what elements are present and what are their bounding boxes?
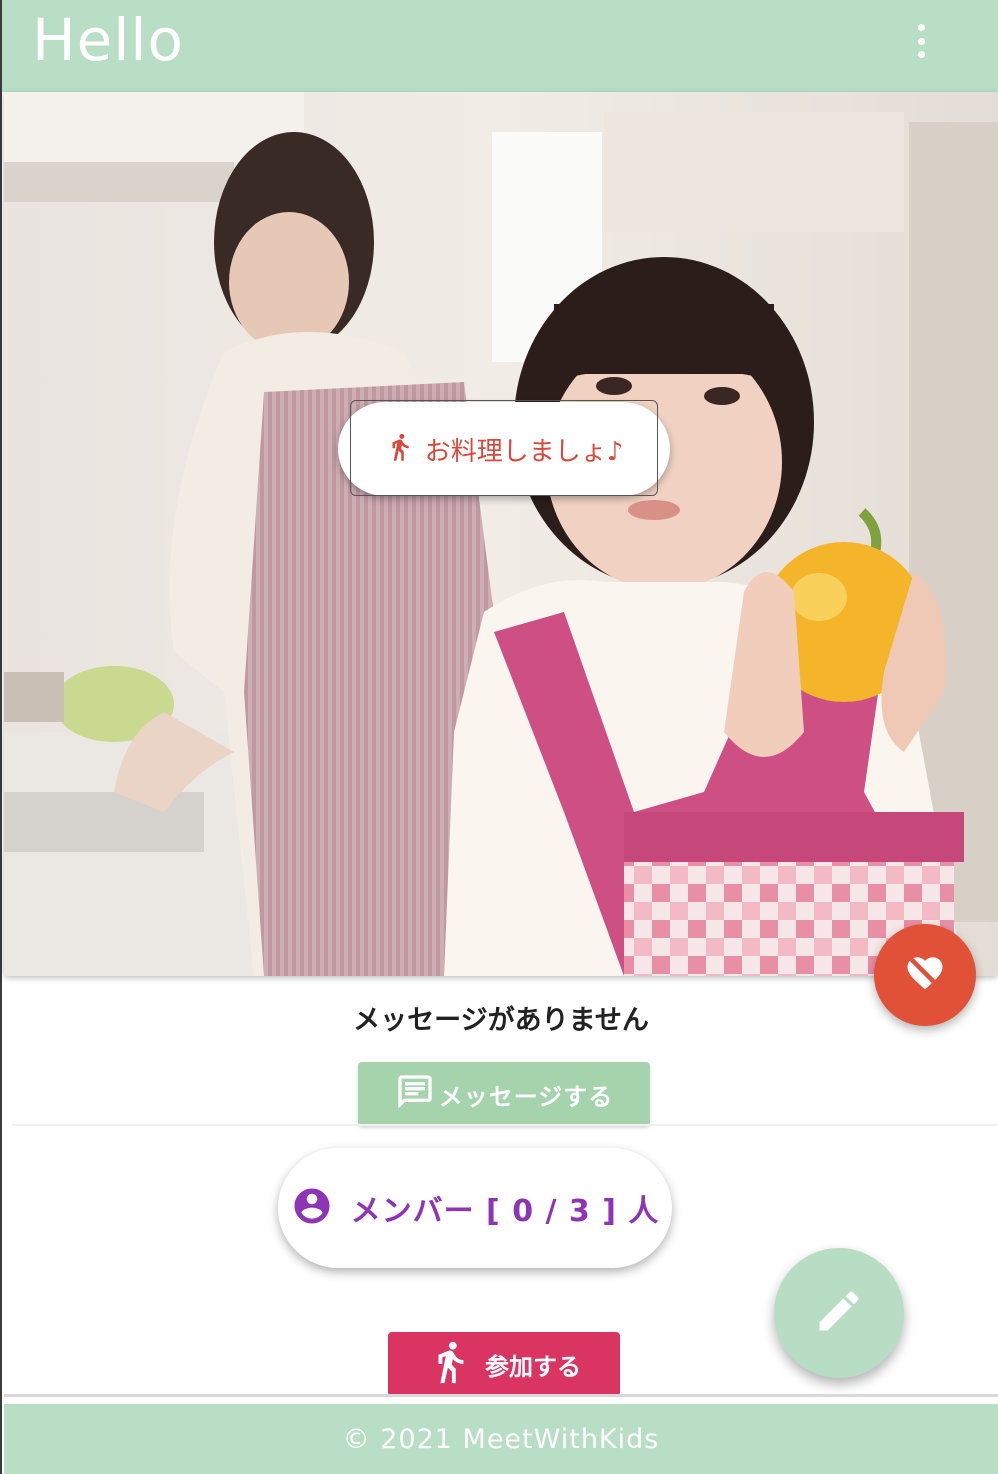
directions-run-icon bbox=[427, 1336, 473, 1392]
section-divider bbox=[12, 1124, 998, 1126]
directions-run-icon bbox=[385, 430, 415, 468]
send-message-button[interactable]: メッセージする bbox=[358, 1062, 650, 1126]
heart-broken-icon bbox=[904, 952, 946, 998]
footer: © 2021 MeetWithKids bbox=[4, 1404, 998, 1474]
members-button[interactable]: メンバー [ 0 / 3 ] 人 bbox=[278, 1148, 672, 1268]
card-bottom-edge bbox=[4, 1394, 998, 1397]
activity-label: お料理しましょ♪ bbox=[424, 436, 624, 467]
no-message-text: メッセージがありません bbox=[353, 1005, 649, 1036]
footer-copyright: © 2021 MeetWithKids bbox=[342, 1423, 660, 1455]
edit-fab[interactable] bbox=[774, 1248, 904, 1378]
join-label: 参加する bbox=[485, 1352, 581, 1381]
more-vert-icon[interactable] bbox=[914, 24, 928, 58]
members-label: メンバー [ 0 / 3 ] 人 bbox=[350, 1194, 660, 1229]
event-hero-image bbox=[4, 92, 998, 976]
page: Hello お料理しましょ♪ メッセージがありません メッセージする メンバー … bbox=[0, 0, 998, 1474]
send-message-label: メッセージする bbox=[438, 1082, 614, 1111]
activity-chip[interactable]: お料理しましょ♪ bbox=[338, 402, 670, 496]
comment-icon bbox=[395, 1072, 435, 1116]
app-bar: Hello bbox=[2, 0, 998, 92]
account-circle-icon bbox=[291, 1185, 333, 1231]
app-title: Hello bbox=[32, 6, 185, 74]
edit-pencil-icon bbox=[813, 1285, 865, 1341]
join-button[interactable]: 参加する bbox=[388, 1332, 620, 1396]
